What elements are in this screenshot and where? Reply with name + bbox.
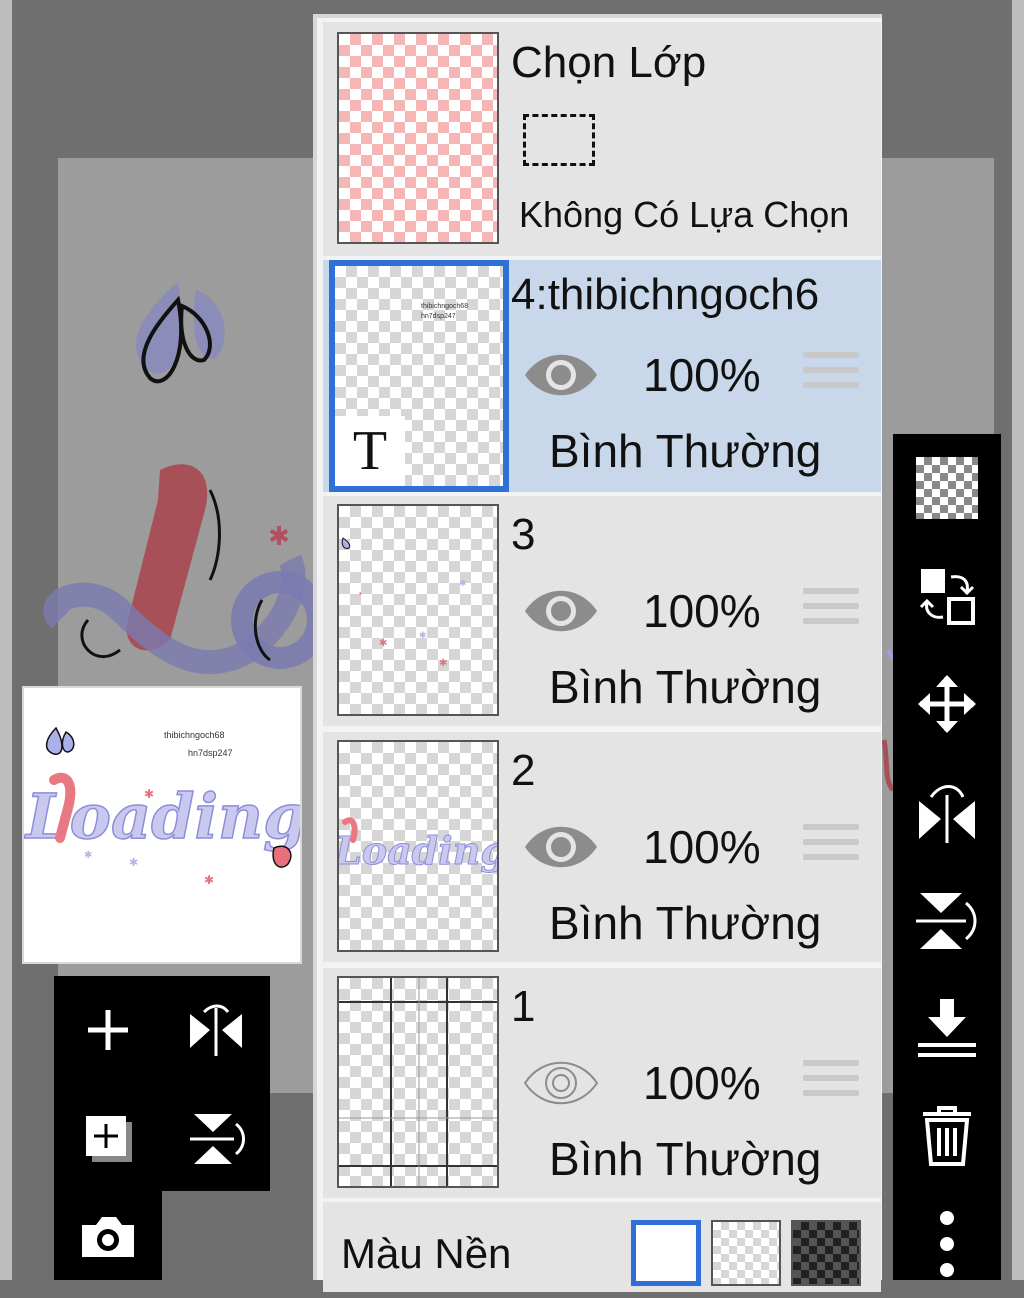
swap-icon [919,569,975,625]
merge-down-button[interactable] [893,974,1001,1082]
layer-4-thumb-text: thibichngoch68 hn7dsp247 [421,303,469,320]
layer-1-thumbnail [337,976,499,1188]
selection-layer-title: Chọn Lớp [511,38,707,87]
background-color-label: Màu Nền [341,1230,512,1277]
plus-icon [88,1010,128,1050]
layer-row-1[interactable]: 1 100% Bình Thường [323,968,881,1198]
delete-layer-button[interactable] [893,1082,1001,1190]
screen-frame-right [1012,0,1024,1280]
layer-3-blend-mode[interactable]: Bình Thường [549,660,821,714]
text-layer-badge: T [335,416,405,486]
layer-3-thumb-art: ✱ ✱ ✱ ✱ • [341,537,467,669]
flip-horizontal-button[interactable] [162,976,270,1084]
canvas-preview[interactable]: thibichngoch68 hn7dsp247 Loading... ✱ ✱ … [24,688,300,962]
drag-handle-icon[interactable] [803,1060,859,1106]
layer-4-name: 4:thibichngoch6 [511,270,820,319]
layer-row-3[interactable]: ✱ ✱ ✱ ✱ • 3 100% Bình Thường [323,496,881,726]
layer-4-blend-mode[interactable]: Bình Thường [549,424,821,478]
svg-text:Loading...: Loading... [339,828,499,873]
layer-2-thumb-art: Loading... [339,817,499,874]
flip-horizontal-icon [190,1004,242,1056]
left-toolbar-lower [54,1191,162,1280]
selection-marquee-icon [523,114,595,166]
flip-vertical-icon [190,1114,245,1164]
trash-icon [923,1106,971,1166]
layers-panel: Chọn Lớp Không Có Lựa Chọn thibichngoch6… [313,14,882,1292]
layer-1-thumb-art [339,978,497,1186]
selection-status: Không Có Lựa Chọn [519,194,850,235]
eye-hidden-icon[interactable] [523,1058,599,1108]
layer-1-opacity[interactable]: 100% [643,1056,761,1110]
add-copy-icon [86,1116,132,1162]
svg-text:✱: ✱ [129,857,138,869]
move-arrows-icon [918,675,976,733]
left-toolbar [54,976,270,1191]
layer-row-2[interactable]: Loading... 2 100% Bình Thường [323,732,881,962]
add-layer-copy-button[interactable] [54,1084,162,1192]
flip-horizontal-button[interactable] [893,758,1001,866]
flip-horizontal-icon [919,785,975,843]
layer-2-thumbnail: Loading... [337,740,499,952]
preview-artwork: thibichngoch68 hn7dsp247 Loading... ✱ ✱ … [24,726,300,887]
svg-text:✱: ✱ [439,658,447,669]
eye-icon[interactable] [523,350,599,400]
drag-handle-icon[interactable] [803,824,859,870]
merge-down-icon [918,999,976,1057]
selection-layer-row[interactable]: Chọn Lớp Không Có Lựa Chọn [323,22,881,256]
swap-layers-button[interactable] [893,542,1001,650]
background-dark-swatch[interactable] [791,1220,861,1286]
layer-3-opacity[interactable]: 100% [643,584,761,638]
layer-4-thumbnail: thibichngoch68 hn7dsp247 T [329,260,509,492]
layer-3-thumbnail: ✱ ✱ ✱ ✱ • [337,504,499,716]
flip-vertical-button[interactable] [162,1084,270,1192]
background-transparent-swatch[interactable] [711,1220,781,1286]
svg-text:✱: ✱ [84,850,92,861]
camera-button[interactable] [54,1191,162,1280]
layer-3-name: 3 [511,510,536,559]
more-options-button[interactable] [893,1190,1001,1298]
drag-handle-icon[interactable] [803,352,859,398]
background-color-row: Màu Nền [323,1202,881,1292]
layer-1-name: 1 [511,982,536,1031]
svg-text:•: • [359,589,362,598]
svg-text:✱: ✱ [379,638,387,649]
layer-1-blend-mode[interactable]: Bình Thường [549,1132,821,1186]
svg-text:thibichngoch68: thibichngoch68 [164,730,225,740]
more-vertical-icon [940,1211,954,1277]
flip-vertical-icon [916,893,977,949]
eye-icon[interactable] [523,586,599,636]
screen-frame-left [0,0,12,1280]
layer-2-blend-mode[interactable]: Bình Thường [549,896,821,950]
svg-text:✱: ✱ [419,630,427,640]
camera-icon [82,1216,134,1257]
svg-text:✱: ✱ [459,578,467,588]
flip-vertical-button[interactable] [893,866,1001,974]
layer-row-4[interactable]: thibichngoch68 hn7dsp247 T 4:thibichngoch… [323,260,881,492]
background-white-swatch[interactable] [631,1220,701,1286]
checker-icon [916,457,978,519]
transparency-button[interactable] [893,434,1001,542]
svg-text:hn7dsp247: hn7dsp247 [188,748,233,758]
layer-4-opacity[interactable]: 100% [643,348,761,402]
svg-text:✱: ✱ [144,787,154,801]
layer-2-name: 2 [511,746,536,795]
svg-text:✱: ✱ [204,873,214,887]
eye-icon[interactable] [523,822,599,872]
selection-layer-thumbnail [337,32,499,244]
drag-handle-icon[interactable] [803,588,859,634]
add-layer-button[interactable] [54,976,162,1084]
move-button[interactable] [893,650,1001,758]
layer-2-opacity[interactable]: 100% [643,820,761,874]
right-toolbar [893,434,1001,1280]
